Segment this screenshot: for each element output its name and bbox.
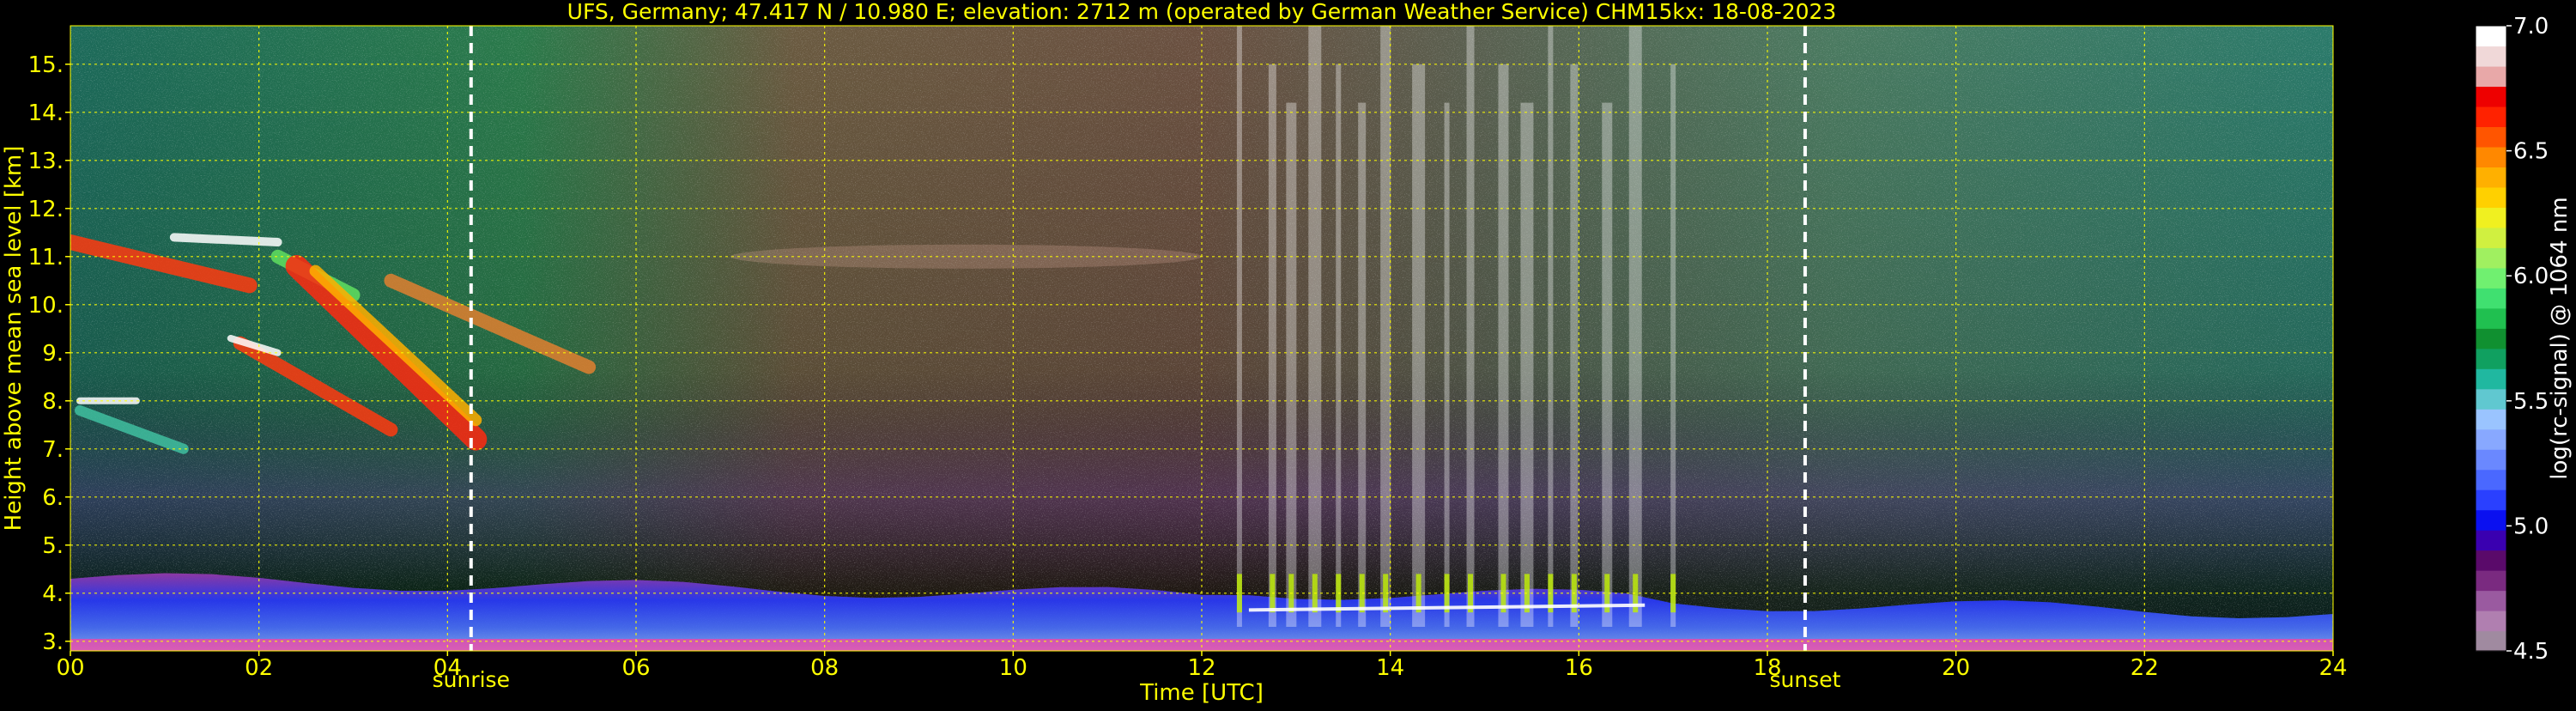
colorbar-tick-label: 5.5 — [2513, 389, 2549, 415]
colorbar-ticks: 4.5 5.0 5.5 6.0 6.5 7.0 — [2506, 14, 2549, 665]
y-tick-label: 15. — [28, 52, 64, 78]
colorbar-segment — [2476, 590, 2506, 611]
colorbar-segment — [2476, 227, 2506, 248]
y-tick-label: 9. — [42, 341, 64, 367]
cloud-column — [1548, 26, 1554, 627]
colorbar-segment — [2476, 288, 2506, 309]
colorbar-segment — [2476, 348, 2506, 369]
y-tick-label: 11. — [28, 245, 64, 270]
y-axis-ticks: 3. 4. 5. 6. 7. 8. 9. 10. 11. 12. 13. 14. 15. — [28, 52, 70, 655]
cirrus-streak — [169, 233, 282, 246]
cloud-column — [1498, 64, 1509, 628]
colorbar-segment — [2476, 449, 2506, 471]
colorbar-tick-label: 4.5 — [2513, 639, 2549, 665]
colorbar-segment — [2476, 611, 2506, 632]
x-tick-label: 08 — [810, 655, 839, 681]
colorbar-segment — [2476, 489, 2506, 511]
cloud-column — [1628, 26, 1642, 627]
colorbar-segment — [2476, 368, 2506, 390]
colorbar-segment — [2476, 247, 2506, 269]
cloud-column — [1336, 64, 1342, 628]
x-tick-label: 20 — [1942, 655, 1970, 681]
cloud-column — [1602, 102, 1613, 628]
y-tick-label: 10. — [28, 293, 64, 319]
cloud-column — [1444, 102, 1450, 628]
colorbar-segment — [2476, 530, 2506, 551]
x-tick-label: 00 — [56, 655, 84, 681]
chart-title: UFS, Germany; 47.417 N / 10.980 E; eleva… — [567, 0, 1837, 24]
x-tick-label: 14 — [1376, 655, 1404, 681]
colorbar-tick-label: 7.0 — [2513, 14, 2549, 40]
colorbar-segment — [2476, 106, 2506, 128]
colorbar-segment — [2476, 428, 2506, 450]
cloud-column — [1286, 102, 1297, 628]
colorbar-segment — [2476, 630, 2506, 652]
colorbar — [2475, 25, 2507, 652]
x-tick-label: 12 — [1187, 655, 1215, 681]
colorbar-segment — [2476, 186, 2506, 208]
cloud-column — [1380, 26, 1391, 627]
x-tick-label: 22 — [2131, 655, 2159, 681]
sun-marker-label: sunrise — [433, 667, 510, 692]
y-tick-label: 6. — [42, 485, 64, 511]
x-axis-ticks: 00 02 04 06 08 10 12 14 16 18 20 22 24 — [56, 651, 2348, 681]
cloud-column — [1268, 64, 1276, 628]
y-tick-label: 7. — [42, 437, 64, 463]
colorbar-tick-label: 6.0 — [2513, 264, 2549, 289]
colorbar-segment — [2476, 207, 2506, 228]
colorbar-segment — [2476, 328, 2506, 349]
cloud-column — [1412, 64, 1426, 628]
cloud-column — [1236, 26, 1242, 627]
y-tick-label: 13. — [28, 149, 64, 174]
sun-marker-label: sunset — [1769, 667, 1840, 692]
colorbar-segment — [2476, 409, 2506, 430]
y-tick-label: 5. — [42, 533, 64, 559]
cloud-column — [1308, 26, 1322, 627]
colorbar-segment — [2476, 65, 2506, 88]
colorbar-segment — [2476, 307, 2506, 329]
cloud-column — [1358, 102, 1367, 628]
chart-svg: 00 02 04 06 08 10 12 14 16 18 20 22 24 3.4.5.6.7.8.9… — [1, 0, 2573, 706]
x-tick-label: 10 — [999, 655, 1027, 681]
colorbar-segment — [2476, 167, 2506, 188]
colorbar-segment — [2476, 46, 2506, 67]
colorbar-segment — [2476, 86, 2506, 107]
colorbar-tick-label: 6.5 — [2513, 139, 2549, 165]
x-tick-label: 06 — [621, 655, 650, 681]
colorbar-segment — [2476, 26, 2506, 47]
colorbar-segment — [2476, 509, 2506, 531]
y-tick-label: 4. — [42, 581, 64, 607]
ceilometer-figure: 00 02 04 06 08 10 12 14 16 18 20 22 24 3. 4. 5. 6. 7. 8. 9… — [0, 0, 2576, 708]
x-tick-label: 24 — [2318, 655, 2347, 681]
colorbar-segment — [2476, 469, 2506, 490]
cloud-column — [1670, 64, 1676, 628]
cloud-column — [1466, 26, 1475, 627]
y-tick-label: 3. — [42, 629, 64, 655]
colorbar-label: log(rc-signal) @ 1064 nm — [2547, 197, 2573, 479]
colorbar-segment — [2476, 146, 2506, 167]
cloud-column — [1520, 102, 1534, 628]
x-axis-label: Time [UTC] — [1139, 680, 1264, 706]
y-tick-label: 8. — [42, 389, 64, 415]
colorbar-segment — [2476, 388, 2506, 410]
x-tick-label: 16 — [1565, 655, 1593, 681]
colorbar-tick-label: 5.0 — [2513, 514, 2549, 539]
cloud-column — [1570, 64, 1579, 628]
colorbar-segment — [2476, 570, 2506, 592]
colorbar-segment — [2476, 126, 2506, 148]
y-tick-label: 12. — [28, 197, 64, 222]
y-axis-label: Height above mean sea level [km] — [1, 146, 27, 532]
y-tick-label: 14. — [28, 100, 64, 126]
x-tick-label: 02 — [245, 655, 273, 681]
colorbar-segment — [2476, 550, 2506, 571]
colorbar-segment — [2476, 267, 2506, 289]
